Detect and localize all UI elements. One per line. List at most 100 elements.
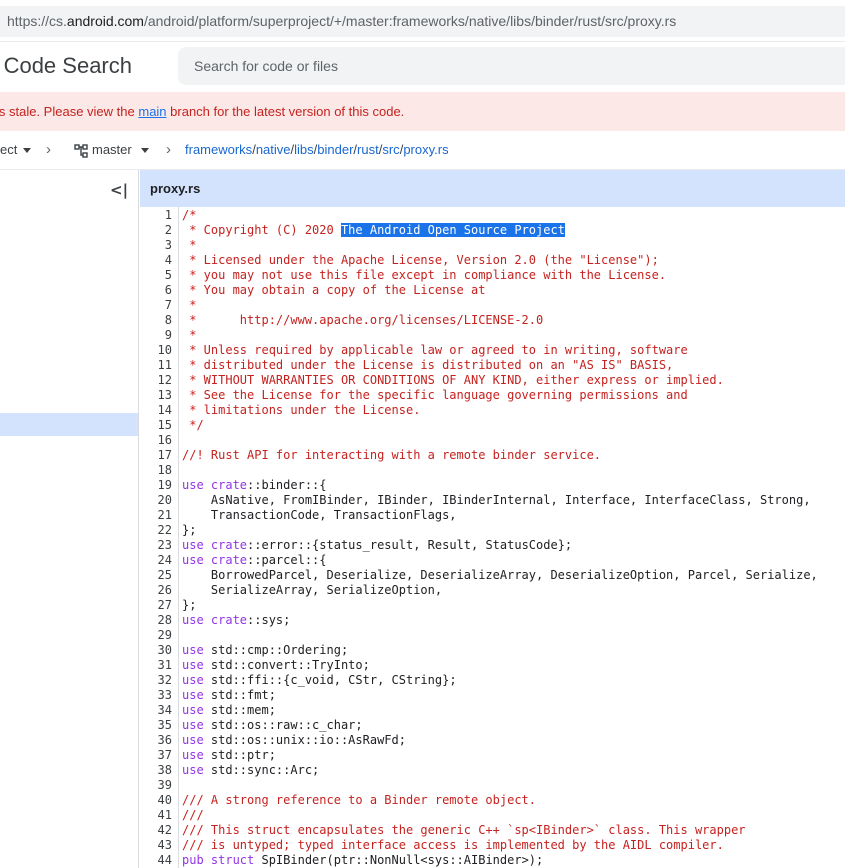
line-number[interactable]: 17 (140, 448, 172, 463)
path-segment[interactable]: frameworks (185, 142, 252, 157)
stale-banner: is stale. Please view the main branch fo… (0, 92, 845, 131)
path-segment[interactable]: rust (357, 142, 379, 157)
branch-name: master (92, 142, 132, 157)
line-number[interactable]: 28 (140, 613, 172, 628)
code-line: 6 * You may obtain a copy of the License… (140, 283, 845, 298)
line-number[interactable]: 34 (140, 703, 172, 718)
line-number[interactable]: 35 (140, 718, 172, 733)
chevron-right-icon: › (46, 141, 51, 158)
code-text: pub struct SpIBinder(ptr::NonNull<sys::A… (182, 853, 543, 868)
line-number[interactable]: 36 (140, 733, 172, 748)
project-selector[interactable]: ect (0, 131, 32, 169)
line-number[interactable]: 12 (140, 373, 172, 388)
comment-token: * (182, 298, 197, 312)
brand-title: l Code Search (0, 53, 132, 78)
code-token: std::ptr; (210, 748, 276, 762)
line-number[interactable]: 25 (140, 568, 172, 583)
line-number[interactable]: 37 (140, 748, 172, 763)
comment-token: * distributed under the License is distr… (182, 358, 674, 372)
line-number[interactable]: 33 (140, 688, 172, 703)
line-number[interactable]: 15 (140, 418, 172, 433)
line-number[interactable]: 7 (140, 298, 172, 313)
code-text: * You may obtain a copy of the License a… (182, 283, 485, 298)
path-segment[interactable]: src (382, 142, 399, 157)
line-number[interactable]: 32 (140, 673, 172, 688)
line-number[interactable]: 9 (140, 328, 172, 343)
code-line: 37 use std::ptr; (140, 748, 845, 763)
code-token: std::convert::TryInto; (210, 658, 370, 672)
code-text: use std::mem; (182, 703, 276, 718)
line-number[interactable]: 31 (140, 658, 172, 673)
code-line: 38 use std::sync::Arc; (140, 763, 845, 778)
line-number[interactable]: 19 (140, 478, 172, 493)
file-tab[interactable]: proxy.rs (140, 170, 845, 207)
url-host: android.com (66, 13, 144, 29)
path-segment[interactable]: proxy.rs (403, 142, 448, 157)
code-token: ::parcel::{ (247, 553, 327, 567)
line-number[interactable]: 10 (140, 343, 172, 358)
code-token: SpIBinder(ptr::NonNull<sys::AIBinder>); (261, 853, 544, 867)
line-number[interactable]: 5 (140, 268, 172, 283)
code-line: 18 (140, 463, 845, 478)
file-tree-sidebar: <| (0, 170, 139, 868)
line-number[interactable]: 21 (140, 508, 172, 523)
line-number[interactable]: 16 (140, 433, 172, 448)
line-number[interactable]: 29 (140, 628, 172, 643)
code-token: ::binder::{ (247, 478, 327, 492)
brand-logo[interactable]: l Code Search (0, 42, 170, 92)
collapse-panel-icon[interactable]: <| (110, 181, 128, 199)
code-line: 4 * Licensed under the Apache License, V… (140, 253, 845, 268)
line-number[interactable]: 4 (140, 253, 172, 268)
code-line: 25 BorrowedParcel, Deserialize, Deserial… (140, 568, 845, 583)
line-number[interactable]: 26 (140, 583, 172, 598)
line-number[interactable]: 6 (140, 283, 172, 298)
path-segment[interactable]: libs (294, 142, 314, 157)
url-field[interactable]: https://cs.android.com/android/platform/… (0, 6, 845, 37)
keyword-token: use (182, 538, 211, 552)
keyword-token: crate (210, 478, 248, 492)
line-number[interactable]: 3 (140, 238, 172, 253)
file-tree-selected-item[interactable] (0, 413, 138, 436)
path-segment[interactable]: native (256, 142, 291, 157)
url-scheme: https://cs. (7, 13, 67, 29)
code-token: std::mem; (210, 703, 276, 717)
path-segment[interactable]: binder (317, 142, 353, 157)
line-number[interactable]: 14 (140, 403, 172, 418)
line-number[interactable]: 18 (140, 463, 172, 478)
comment-token: * Copyright (C) 2020 (182, 223, 341, 237)
code-line: 34 use std::mem; (140, 703, 845, 718)
line-number[interactable]: 44 (140, 853, 172, 868)
search-input[interactable]: Search for code or files (178, 47, 845, 85)
code-viewer: 1/* 2 * Copyright (C) 2020 The Android Op… (140, 207, 845, 868)
line-number[interactable]: 11 (140, 358, 172, 373)
comment-token: * You may obtain a copy of the License a… (182, 283, 486, 297)
comment-token: * See the License for the specific langu… (182, 388, 688, 402)
line-number[interactable]: 1 (140, 208, 172, 223)
line-number[interactable]: 43 (140, 838, 172, 853)
code-token: std::ffi::{c_void, CStr, CString}; (210, 673, 457, 687)
line-number[interactable]: 27 (140, 598, 172, 613)
chevron-down-icon (140, 148, 149, 154)
line-number[interactable]: 20 (140, 493, 172, 508)
main-branch-link[interactable]: main (138, 104, 166, 119)
line-number[interactable]: 30 (140, 643, 172, 658)
line-number[interactable]: 24 (140, 553, 172, 568)
comment-token: /// is untyped; typed interface access i… (182, 838, 724, 852)
code-line: 20 AsNative, FromIBinder, IBinder, IBind… (140, 493, 845, 508)
line-number[interactable]: 23 (140, 538, 172, 553)
line-number[interactable]: 38 (140, 763, 172, 778)
line-number[interactable]: 13 (140, 388, 172, 403)
branch-selector[interactable]: master (74, 131, 149, 169)
code-line: 8 * http://www.apache.org/licenses/LICEN… (140, 313, 845, 328)
app-header: l Code Search Search for code or files (0, 42, 845, 92)
code-line: 15 */ (140, 418, 845, 433)
line-number[interactable]: 42 (140, 823, 172, 838)
line-number[interactable]: 2 (140, 223, 172, 238)
line-number[interactable]: 22 (140, 523, 172, 538)
banner-text-start: is stale. Please view the (0, 104, 139, 119)
line-number[interactable]: 39 (140, 778, 172, 793)
line-number[interactable]: 40 (140, 793, 172, 808)
line-number[interactable]: 41 (140, 808, 172, 823)
line-number[interactable]: 8 (140, 313, 172, 328)
code-token: SerializeArray, SerializeOption, (182, 583, 443, 597)
